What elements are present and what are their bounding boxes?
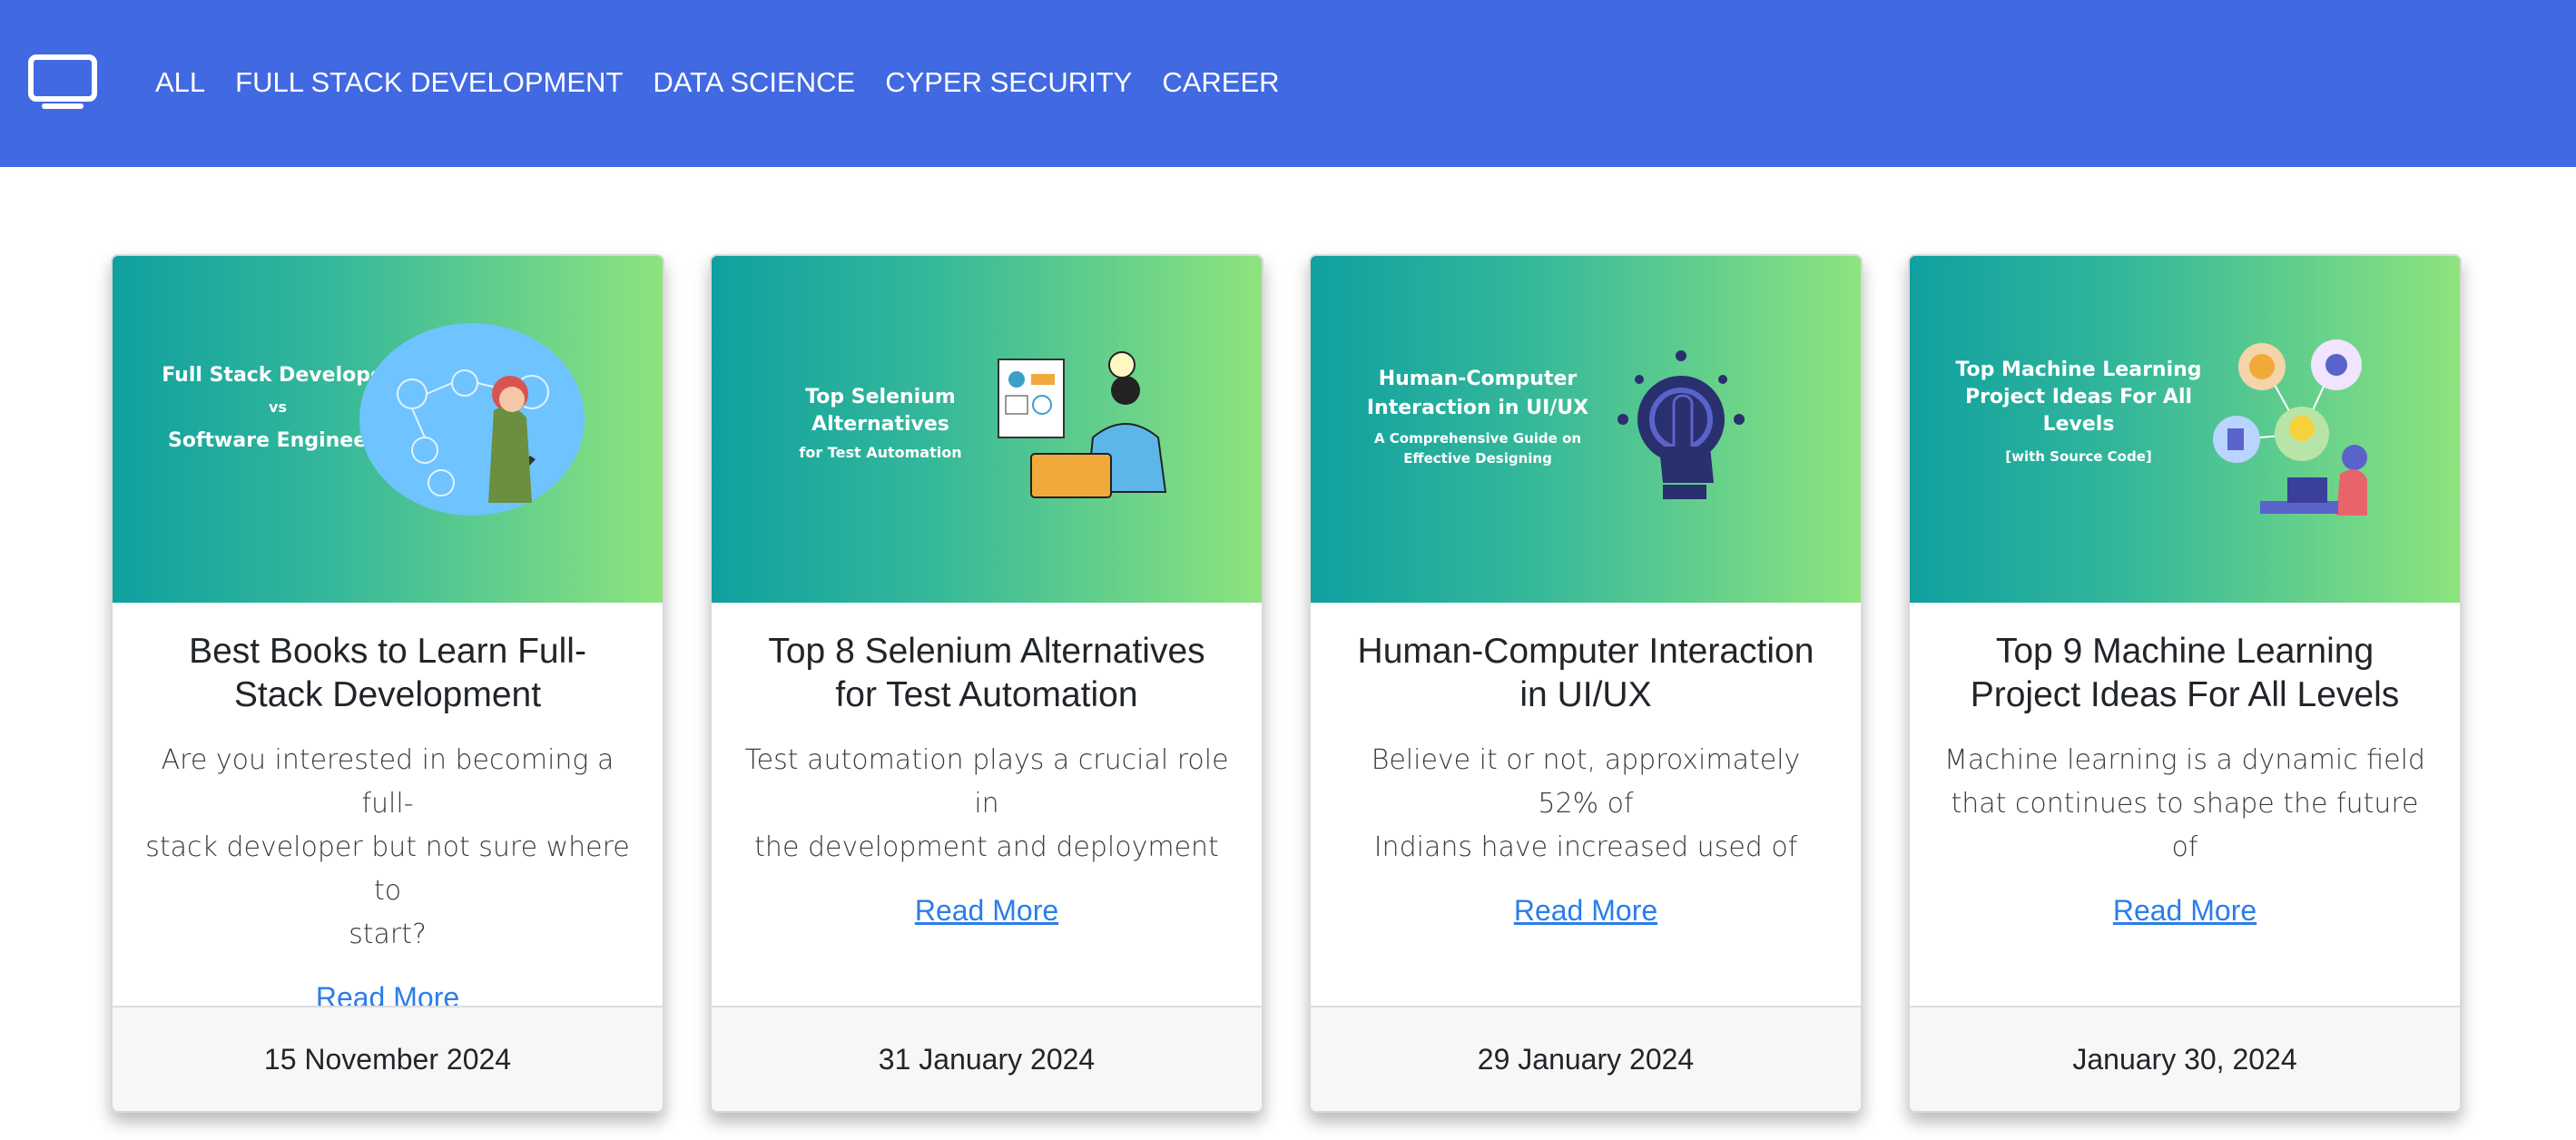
touch-hand-icon [1617,350,1745,499]
nav-links: ALL FULL STACK DEVELOPMENT DATA SCIENCE … [155,64,1310,102]
card-image[interactable]: Human-Computer Interaction in UI/UX A Co… [1311,256,1861,603]
blog-card-grid: Full Stack Developer vs Software Enginee… [111,254,2465,1113]
nav-link-all[interactable]: ALL [155,64,205,102]
read-more-link[interactable]: Read More [915,891,1058,929]
blog-card: Full Stack Developer vs Software Enginee… [111,254,664,1113]
card-body: Top 9 Machine Learning Project Ideas For … [1910,603,2460,1009]
image-heading: vs [269,398,287,416]
image-heading: [with Source Code] [2005,448,2151,465]
card-date: 31 January 2024 [712,1006,1262,1111]
image-heading: Top Selenium [805,386,956,408]
card-excerpt: Believe it or not, approximately 52% of I… [1371,744,1801,863]
card-image[interactable]: Full Stack Developer vs Software Enginee… [113,256,663,603]
blog-card: Top Selenium Alternatives for Test Autom… [710,254,1263,1113]
card-image[interactable]: Top Machine Learning Project Ideas For A… [1910,256,2460,603]
card-title[interactable]: Best Books to Learn Full- Stack Developme… [145,630,630,717]
card-title[interactable]: Top 8 Selenium Alternatives for Test Auto… [744,630,1229,717]
card-excerpt: Test automation plays a crucial role in t… [744,744,1229,863]
card-excerpt: Are you interested in becoming a full-st… [145,744,630,950]
image-heading: Human-Computer [1379,368,1578,390]
image-heading: Levels [2043,413,2115,436]
card-body: Top 8 Selenium Alternatives for Test Auto… [712,603,1262,1009]
image-heading: Software Engineer [168,429,377,452]
image-heading: Effective Designing [1403,450,1552,467]
blog-card: Human-Computer Interaction in UI/UX A Co… [1309,254,1863,1113]
card-date: January 30, 2024 [1910,1006,2460,1111]
image-heading: Full Stack Developer [162,364,394,387]
machine-learning-illustration-icon [2213,339,2367,516]
read-more-link[interactable]: Read More [1514,891,1657,929]
read-more-link[interactable]: Read More [2113,891,2256,929]
automation-illustration-icon [998,351,1167,498]
image-heading: for Test Automation [799,444,961,461]
card-body: Human-Computer Interaction in UI/UX Belie… [1311,603,1861,1009]
nav-link-data-science[interactable]: DATA SCIENCE [653,64,855,102]
image-heading: Interaction in UI/UX [1367,397,1588,419]
card-title[interactable]: Human-Computer Interaction in UI/UX [1343,630,1828,717]
image-heading: Project Ideas For All [1965,386,2192,408]
nav-link-career[interactable]: CAREER [1162,64,1279,102]
card-excerpt: Machine learning is a dynamic field that … [1944,744,2425,863]
nav-link-full-stack[interactable]: FULL STACK DEVELOPMENT [235,64,623,102]
image-heading: Top Machine Learning [1955,359,2201,381]
card-image[interactable]: Top Selenium Alternatives for Test Autom… [712,256,1262,603]
top-navbar: ALL FULL STACK DEVELOPMENT DATA SCIENCE … [0,0,2576,167]
image-heading: A Comprehensive Guide on [1374,430,1581,447]
nav-link-cyber-security[interactable]: CYPER SECURITY [885,64,1132,102]
card-body: Best Books to Learn Full- Stack Developme… [113,603,663,1014]
image-heading: Alternatives [811,413,949,436]
card-title[interactable]: Top 9 Machine Learning Project Ideas For … [1942,630,2427,717]
card-date: 15 November 2024 [113,1006,663,1111]
developer-illustration-icon [359,323,585,516]
blog-card: Top Machine Learning Project Ideas For A… [1908,254,2462,1113]
card-date: 29 January 2024 [1311,1006,1861,1111]
laptop-icon[interactable] [27,54,98,113]
